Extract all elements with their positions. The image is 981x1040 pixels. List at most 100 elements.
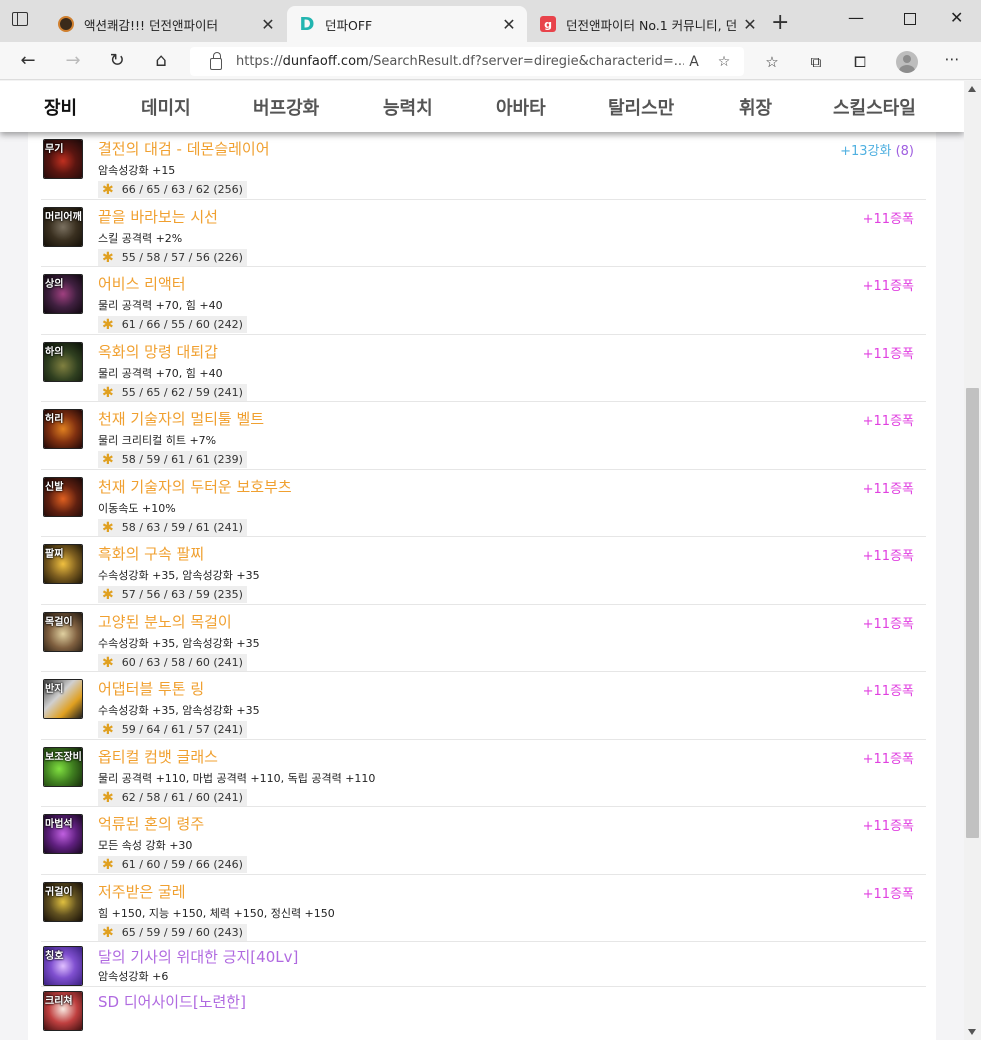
item-name[interactable]: 천재 기술자의 멀티툴 벨트 [98, 408, 264, 429]
equipment-row[interactable]: 팔찌 흑화의 구속 팔찌 수속성강화 +35, 암속성강화 +35 ✱ 57 / 56 … [41, 537, 926, 605]
fusion-stat-badge: ✱ 61 / 66 / 55 / 60 (242) [98, 316, 247, 333]
item-name[interactable]: 어댑터블 투톤 링 [98, 678, 204, 699]
more-menu-icon[interactable]: ⋯ [942, 50, 962, 70]
fusion-stat-badge: ✱ 55 / 58 / 57 / 56 (226) [98, 249, 247, 266]
add-favorite-icon[interactable]: ☆ [714, 54, 734, 70]
equipment-row[interactable]: 칭호 달의 기사의 위대한 긍지[40Lv] 암속성강화 +6 [41, 942, 926, 987]
minimize-icon[interactable]: — [848, 8, 864, 27]
menu-skill-style[interactable]: 스킬스타일 [833, 94, 916, 120]
item-icon[interactable]: 머리어깨 [43, 207, 83, 247]
equipment-row[interactable]: 머리어깨 끝을 바라보는 시선 스킬 공격력 +2% ✱ 55 / 58 / 57 / … [41, 200, 926, 267]
favorites-icon[interactable]: ☆ [762, 53, 782, 73]
item-name[interactable]: 고양된 분노의 목걸이 [98, 611, 232, 632]
equipment-row[interactable]: 목걸이 고양된 분노의 목걸이 수속성강화 +35, 암속성강화 +35 ✱ 60 / … [41, 605, 926, 672]
scroll-down-icon[interactable] [968, 1029, 976, 1035]
browser-tab-1[interactable]: 액션쾌감!!! 던전앤파이터 ✕ [46, 6, 286, 42]
equipment-row[interactable]: 귀걸이 저주받은 굴레 힘 +150, 지능 +150, 체력 +150, 정신력 … [41, 875, 926, 942]
fusion-stat-text: 65 / 59 / 59 / 60 (243) [121, 926, 243, 939]
read-aloud-icon[interactable]: A [684, 54, 704, 70]
enhance-level: +11증폭 [863, 815, 914, 834]
tab-title: 던전앤파이터 No.1 커뮤니티, 던 [566, 17, 738, 33]
item-icon[interactable]: 무기 [43, 139, 83, 179]
enhance-text: +11증폭 [862, 482, 914, 497]
menu-buff[interactable]: 버프강화 [253, 94, 319, 120]
equipment-row[interactable]: 보조장비 옵티컬 컴뱃 글래스 물리 공격력 +110, 마법 공격력 +110, … [41, 740, 926, 807]
item-icon[interactable]: 보조장비 [43, 747, 83, 787]
close-tab-icon[interactable]: ✕ [258, 15, 278, 34]
item-name[interactable]: 옥화의 망령 대퇴갑 [98, 341, 218, 362]
item-name[interactable]: 저주받은 굴레 [98, 881, 186, 902]
enhance-level: +11증폭 [863, 343, 914, 362]
fusion-stat-text: 57 / 56 / 63 / 59 (235) [121, 588, 243, 601]
item-icon[interactable]: 크리쳐 [43, 991, 83, 1031]
slot-label: 칭호 [45, 951, 64, 962]
profile-avatar[interactable] [896, 51, 918, 73]
browser-tab-3[interactable]: g 던전앤파이터 No.1 커뮤니티, 던 ✕ [528, 6, 768, 42]
browser-tab-2[interactable]: D 던파OFF ✕ [287, 6, 527, 42]
enhance-level: +11증폭 [863, 275, 914, 294]
fusion-stat-text: 58 / 59 / 61 / 61 (239) [121, 453, 243, 466]
item-name[interactable]: 옵티컬 컴뱃 글래스 [98, 746, 218, 767]
fusion-stat-text: 55 / 58 / 57 / 56 (226) [121, 251, 243, 264]
equipment-row[interactable]: 반지 어댑터블 투톤 링 수속성강화 +35, 암속성강화 +35 ✱ 59 / 64 … [41, 672, 926, 740]
url-field[interactable]: https://dunfaoff.com/SearchResult.df?ser… [190, 47, 744, 76]
menu-emblem[interactable]: 휘장 [739, 94, 772, 120]
item-icon[interactable]: 하의 [43, 342, 83, 382]
maximize-icon[interactable] [904, 13, 916, 25]
window-close-icon[interactable]: ✕ [950, 8, 963, 27]
item-icon[interactable]: 반지 [43, 679, 83, 719]
equipment-row[interactable]: 크리쳐 SD 디어사이드[노련한] [41, 987, 926, 1040]
scroll-thumb[interactable] [966, 388, 979, 838]
fusion-stat-badge: ✱ 60 / 63 / 58 / 60 (241) [98, 654, 247, 671]
new-tab-icon[interactable]: + [771, 10, 789, 35]
item-name[interactable]: SD 디어사이드[노련한] [98, 991, 246, 1012]
enhance-level: +11증폭 [863, 208, 914, 227]
enhance-level: +11증폭 [863, 545, 914, 564]
item-name[interactable]: 흑화의 구속 팔찌 [98, 543, 204, 564]
equipment-row[interactable]: 상의 어비스 리액터 물리 공격력 +70, 힘 +40 ✱ 61 / 66 / 55 … [41, 267, 926, 335]
star-icon: ✱ [102, 789, 114, 806]
item-icon[interactable]: 허리 [43, 409, 83, 449]
equipment-row[interactable]: 무기 결전의 대검 - 데몬슬레이어 암속성강화 +15 ✱ 66 / 65 / 63 … [41, 132, 926, 200]
equipment-row[interactable]: 허리 천재 기술자의 멀티툴 벨트 물리 크리티컬 히트 +7% ✱ 58 / 59 /… [41, 402, 926, 470]
item-icon[interactable]: 상의 [43, 274, 83, 314]
page-scrollbar[interactable] [964, 81, 981, 1040]
equipment-row[interactable]: 마법석 억류된 혼의 령주 모든 속성 강화 +30 ✱ 61 / 60 / 59 / … [41, 807, 926, 875]
close-tab-icon[interactable]: ✕ [499, 15, 519, 34]
category-menu: 장비 데미지 버프강화 능력치 아바타 탈리스만 휘장 스킬스타일 [0, 81, 964, 132]
equipment-row[interactable]: 신발 천재 기술자의 두터운 보호부츠 이동속도 +10% ✱ 58 / 63 / 59… [41, 470, 926, 537]
star-icon: ✱ [102, 384, 114, 401]
url-text: https://dunfaoff.com/SearchResult.df?ser… [236, 54, 684, 69]
refresh-icon[interactable]: ↻ [105, 49, 129, 73]
menu-damage[interactable]: 데미지 [141, 94, 191, 120]
item-name[interactable]: 달의 기사의 위대한 긍지[40Lv] [98, 946, 298, 967]
item-icon[interactable]: 신발 [43, 477, 83, 517]
tab-actions-icon[interactable] [12, 12, 32, 32]
forward-arrow-icon[interactable]: → [61, 49, 85, 73]
item-stat: 모든 속성 강화 +30 [98, 839, 193, 852]
item-name[interactable]: 어비스 리액터 [98, 273, 186, 294]
item-stat: 암속성강화 +6 [98, 970, 169, 983]
enhance-text: +13강화 [840, 144, 892, 159]
item-name[interactable]: 결전의 대검 - 데몬슬레이어 [98, 138, 270, 159]
extensions-icon[interactable]: ⧠ [850, 53, 870, 73]
menu-talisman[interactable]: 탈리스만 [608, 94, 674, 120]
scroll-up-icon[interactable] [968, 86, 976, 92]
home-icon[interactable]: ⌂ [149, 49, 173, 73]
menu-stats[interactable]: 능력치 [383, 94, 433, 120]
item-name[interactable]: 억류된 혼의 령주 [98, 813, 204, 834]
enhance-text: +11증폭 [862, 684, 914, 699]
item-icon[interactable]: 칭호 [43, 946, 83, 986]
item-name[interactable]: 끝을 바라보는 시선 [98, 206, 218, 227]
item-name[interactable]: 천재 기술자의 두터운 보호부츠 [98, 476, 292, 497]
close-tab-icon[interactable]: ✕ [740, 15, 760, 34]
menu-equipment[interactable]: 장비 [44, 94, 77, 120]
menu-avatar[interactable]: 아바타 [496, 94, 546, 120]
item-icon[interactable]: 팔찌 [43, 544, 83, 584]
collections-icon[interactable]: ⧉ [806, 53, 826, 73]
item-icon[interactable]: 목걸이 [43, 612, 83, 652]
item-icon[interactable]: 마법석 [43, 814, 83, 854]
item-icon[interactable]: 귀걸이 [43, 882, 83, 922]
equipment-row[interactable]: 하의 옥화의 망령 대퇴갑 물리 공격력 +70, 힘 +40 ✱ 55 / 65 / … [41, 335, 926, 402]
back-arrow-icon[interactable]: ← [16, 49, 40, 73]
